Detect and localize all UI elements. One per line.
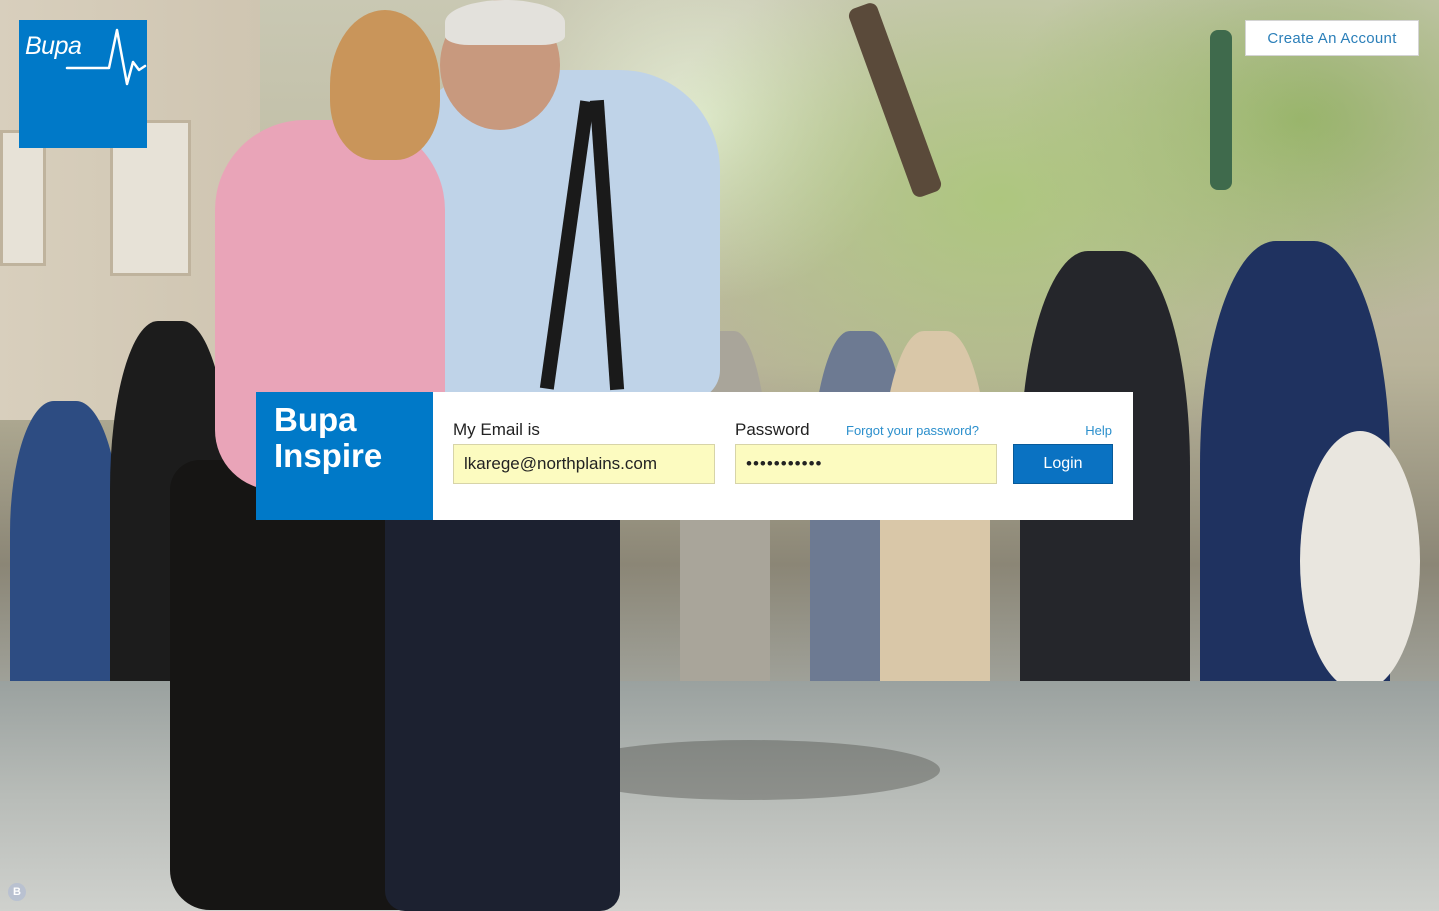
- login-panel: Bupa Inspire My Email is lkarege@northpl…: [256, 392, 1133, 520]
- dancer-man-hair: [445, 0, 565, 45]
- email-field[interactable]: lkarege@northplains.com: [453, 444, 715, 484]
- product-title: Bupa Inspire: [256, 392, 433, 520]
- building-window: [0, 130, 46, 266]
- create-account-button[interactable]: Create An Account: [1245, 20, 1419, 56]
- forgot-password-link[interactable]: Forgot your password?: [846, 423, 979, 438]
- dancer-man-pants: [385, 500, 620, 911]
- help-link[interactable]: Help: [1085, 423, 1112, 438]
- login-button[interactable]: Login: [1013, 444, 1113, 484]
- fur-coat: [1300, 431, 1420, 691]
- heartbeat-icon: [65, 28, 147, 86]
- product-title-line1: Bupa: [274, 401, 357, 438]
- tree-trunk: [846, 0, 944, 200]
- corner-badge-icon[interactable]: B: [8, 883, 26, 901]
- email-label: My Email is: [453, 420, 540, 439]
- dancer-man-shirt: [400, 70, 720, 400]
- password-label: Password: [735, 420, 810, 439]
- login-form: My Email is lkarege@northplains.com Pass…: [433, 392, 1133, 520]
- bupa-logo[interactable]: Bupa: [19, 20, 147, 148]
- lamp-post: [1210, 30, 1232, 190]
- dancer-woman-hair: [330, 10, 440, 160]
- product-title-line2: Inspire: [274, 437, 383, 474]
- password-field[interactable]: •••••••••••: [735, 444, 997, 484]
